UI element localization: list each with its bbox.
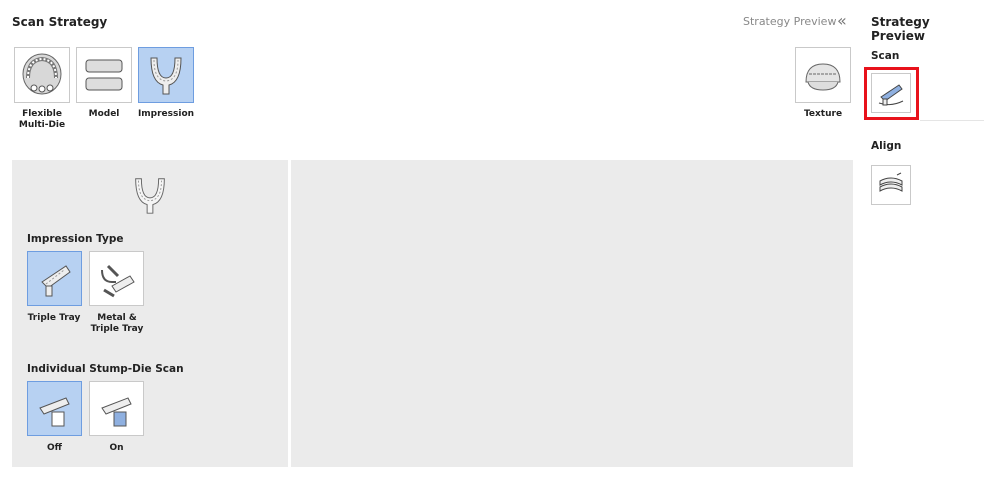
- strategy-label-flexible: Flexible Multi-Die: [18, 109, 66, 130]
- collapse-icon[interactable]: «: [837, 11, 847, 30]
- scan-step-tile[interactable]: [871, 73, 911, 113]
- stump-on-label: On: [109, 443, 124, 453]
- align-tray-icon: [879, 172, 903, 192]
- texture-icon: [805, 63, 841, 91]
- sidebar-divider: [920, 120, 984, 121]
- option-stump-off[interactable]: [27, 381, 82, 436]
- option-metal-triple-tray[interactable]: [89, 251, 144, 306]
- impression-header-icon: [128, 173, 172, 217]
- option-triple-tray[interactable]: [27, 251, 82, 306]
- preview-panel: [291, 160, 853, 467]
- model-icon: [85, 59, 123, 91]
- strategy-flexible-multi-die[interactable]: [14, 47, 70, 103]
- texture-label: Texture: [803, 109, 843, 119]
- texture-toggle[interactable]: [795, 47, 851, 103]
- triple-tray-label: Triple Tray: [27, 313, 81, 323]
- stump-off-label: Off: [47, 443, 62, 453]
- full-arch-icon: [22, 53, 62, 95]
- metal-triple-tray-label: Metal & Triple Tray: [90, 313, 144, 334]
- option-stump-on[interactable]: [89, 381, 144, 436]
- sidebar-title: Strategy Preview: [871, 15, 930, 43]
- strategy-label-impression: Impression: [137, 109, 195, 119]
- strategy-impression[interactable]: [138, 47, 194, 103]
- impression-tray-icon: [150, 57, 182, 95]
- stump-on-icon: [100, 396, 132, 426]
- triple-tray-icon: [40, 264, 71, 296]
- strategy-label-model: Model: [88, 109, 120, 119]
- page-title: Scan Strategy: [12, 15, 108, 29]
- align-step-tile[interactable]: [871, 165, 911, 205]
- metal-tray-icon: [100, 264, 135, 297]
- impression-type-title: Impression Type: [27, 233, 124, 245]
- strategy-model[interactable]: [76, 47, 132, 103]
- stump-off-icon: [38, 396, 70, 426]
- strategy-preview-link[interactable]: Strategy Preview: [743, 15, 836, 28]
- scan-heading: Scan: [871, 50, 900, 62]
- align-heading: Align: [871, 140, 902, 152]
- scan-impression-icon: [878, 84, 904, 106]
- stump-die-title: Individual Stump-Die Scan: [27, 363, 184, 375]
